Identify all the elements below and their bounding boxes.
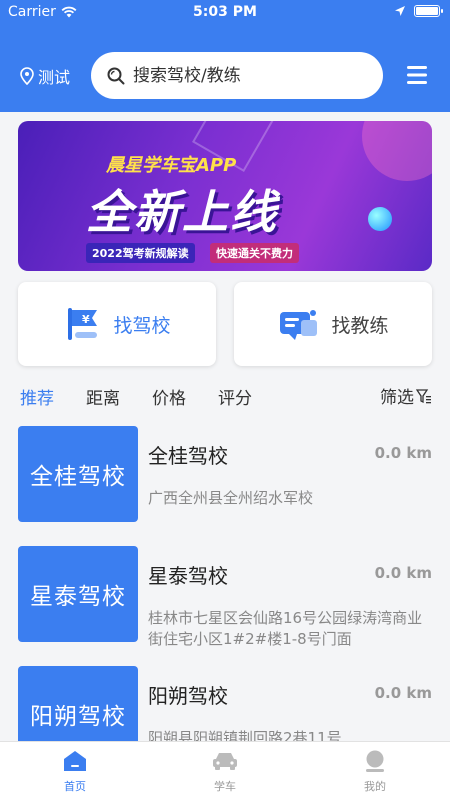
school-logo: 全桂驾校 (18, 426, 138, 522)
filter-label: 筛选 (380, 388, 414, 408)
school-flag-icon: ¥ (68, 308, 98, 340)
status-time: 5:03 PM (193, 4, 257, 20)
school-address: 广西全州县全州绍水军校 (148, 489, 314, 507)
tab-learn-label: 学车 (214, 780, 236, 793)
svg-text:¥: ¥ (82, 313, 90, 326)
header: Carrier 5:03 PM 测试 (0, 0, 450, 112)
banner-tag: 2022驾考新规解读 (86, 243, 195, 263)
school-distance: 0.0 km (374, 684, 432, 702)
school-address: 桂林市七星区会仙路16号公园绿涛湾商业街住宅小区1#2#楼1-8号门面 (148, 609, 423, 648)
tab-home-label: 首页 (64, 780, 86, 793)
banner-tag: 快速通关不费力 (210, 243, 299, 263)
banner-decoration (362, 121, 432, 181)
profile-icon (366, 750, 384, 772)
banner-title: 晨星学车宝APP (106, 155, 237, 176)
promo-banner[interactable]: 晨星学车宝APP 全新上线 2022驾考新规解读 快速通关不费力 (18, 121, 432, 271)
tab-home[interactable]: 首页 (0, 742, 150, 800)
find-coach-button[interactable]: 找教练 (234, 282, 432, 366)
tab-profile[interactable]: 我的 (300, 742, 450, 800)
school-list-item[interactable]: 星泰驾校 星泰驾校 0.0 km 桂林市七星区会仙路16号公园绿涛湾商业街住宅小… (18, 544, 432, 648)
school-logo: 星泰驾校 (18, 546, 138, 642)
sort-tabs: 推荐 距离 价格 评分 筛选 (20, 383, 432, 409)
tab-learn-driving[interactable]: 学车 (150, 742, 300, 800)
location-label: 测试 (38, 68, 71, 87)
school-name: 阳朔驾校 (148, 684, 228, 708)
search-input[interactable] (133, 65, 353, 86)
menu-icon[interactable] (405, 63, 429, 87)
status-bar: Carrier 5:03 PM (0, 0, 450, 26)
tab-profile-label: 我的 (364, 780, 386, 793)
tab-distance[interactable]: 距离 (86, 384, 120, 409)
bottom-tab-bar: 首页 学车 我的 (0, 741, 450, 800)
filter-icon (416, 388, 431, 403)
tab-rating[interactable]: 评分 (218, 384, 252, 409)
location-arrow-icon (395, 6, 405, 16)
school-list-item[interactable]: 全桂驾校 全桂驾校 0.0 km 广西全州县全州绍水军校 (18, 424, 432, 524)
school-distance: 0.0 km (374, 564, 432, 582)
map-pin-icon (20, 67, 34, 85)
home-icon (64, 751, 86, 771)
find-coach-label: 找教练 (331, 314, 389, 337)
search-bar[interactable] (91, 52, 383, 99)
school-name: 星泰驾校 (148, 564, 228, 588)
location-selector[interactable]: 测试 (20, 64, 70, 88)
car-icon (213, 753, 237, 770)
school-name: 全桂驾校 (148, 444, 228, 468)
tab-recommended[interactable]: 推荐 (20, 384, 54, 409)
search-icon (107, 67, 125, 84)
coach-chat-icon (280, 310, 318, 340)
battery-level (416, 7, 438, 15)
battery-icon (414, 5, 443, 17)
find-school-label: 找驾校 (113, 314, 171, 337)
banner-headline: 全新上线 (86, 185, 278, 239)
filter-button[interactable]: 筛选 (380, 383, 432, 408)
school-distance: 0.0 km (374, 444, 432, 462)
banner-decoration (368, 207, 392, 231)
tab-price[interactable]: 价格 (152, 384, 186, 409)
find-school-button[interactable]: ¥ 找驾校 (18, 282, 216, 366)
